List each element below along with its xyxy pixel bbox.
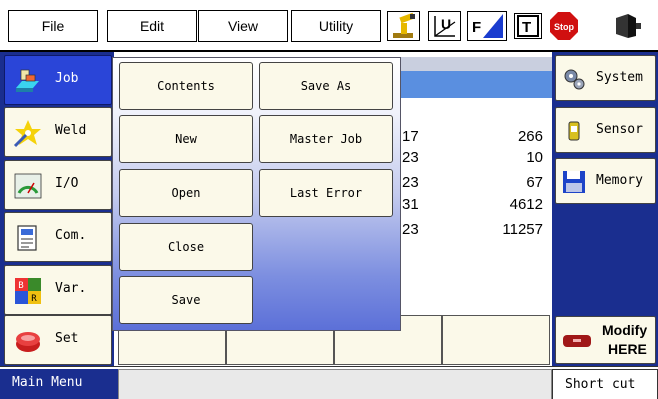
value-cell: 10 <box>526 149 543 166</box>
new-menu-item[interactable]: New <box>119 115 253 163</box>
sidebar-item-weld[interactable]: Weld <box>4 107 112 157</box>
left-sidebar: Job Weld I/O Com. B R Var. Set <box>0 52 114 366</box>
sidebar-item-label: Job <box>55 71 79 86</box>
tool-icon: T <box>517 15 539 37</box>
right-item-label: Memory <box>596 173 643 188</box>
main-menu-button[interactable]: Main Menu <box>0 369 118 399</box>
sensor-button[interactable]: Sensor <box>555 107 656 153</box>
svg-text:U: U <box>441 16 451 32</box>
value-cell: 4612 <box>509 196 543 213</box>
coordinate-button[interactable]: F <box>467 11 507 41</box>
weld-icon <box>13 120 41 148</box>
sidebar-item-com[interactable]: Com. <box>4 212 112 262</box>
edit-menu[interactable]: Edit <box>107 10 197 42</box>
right-item-label: System <box>596 70 643 85</box>
modify-icon <box>563 335 591 347</box>
modify-label: Modify <box>602 322 648 338</box>
job-popup-menu: Contents Save As New Master Job Open Las… <box>112 57 401 331</box>
user-frame-icon: U <box>433 16 455 37</box>
sidebar-item-job[interactable]: Job <box>4 55 112 105</box>
view-menu[interactable]: View <box>198 10 288 42</box>
sidebar-item-io[interactable]: I/O <box>4 160 112 210</box>
sidebar-item-label: Com. <box>55 228 87 243</box>
modify-here-button[interactable]: Modify HERE <box>555 316 656 364</box>
status-bar: Main Menu Short cut <box>0 366 658 399</box>
stop-icon: Stop <box>550 12 578 40</box>
robot-arm-button[interactable] <box>387 11 420 41</box>
partial-value: 23 <box>402 221 419 238</box>
status-message-area <box>118 369 552 399</box>
svg-text:R: R <box>31 294 37 304</box>
function-key-4[interactable] <box>442 315 550 365</box>
utility-menu[interactable]: Utility <box>291 10 381 42</box>
partial-value: 23 <box>402 174 419 191</box>
value-cell: 266 <box>517 128 543 145</box>
master-job-menu-item[interactable]: Master Job <box>259 115 393 163</box>
value-cell: 67 <box>526 174 543 191</box>
job-icon <box>16 69 39 92</box>
contents-menu-item[interactable]: Contents <box>119 62 253 110</box>
svg-text:T: T <box>522 19 531 36</box>
communication-icon <box>17 225 37 251</box>
sidebar-item-label: I/O <box>55 176 79 191</box>
memory-floppy-icon <box>563 171 585 193</box>
sensor-icon <box>568 121 580 141</box>
variable-icon: B R <box>15 278 41 304</box>
top-menu-bar: File Edit View Utility U F T Stop <box>0 0 658 52</box>
tool-button[interactable]: T <box>514 13 542 39</box>
partial-value: 23 <box>402 149 419 166</box>
coordinate-icon: F <box>472 14 503 38</box>
save-as-menu-item[interactable]: Save As <box>259 62 393 110</box>
svg-text:B: B <box>18 281 23 291</box>
partial-value: 31 <box>402 196 419 213</box>
sidebar-item-var[interactable]: B R Var. <box>4 265 112 315</box>
system-button[interactable]: System <box>555 55 656 101</box>
sidebar-item-label: Var. <box>55 281 87 296</box>
right-item-label: Sensor <box>596 122 643 137</box>
right-panel: System Sensor Memory Modify HERE <box>552 52 658 366</box>
io-gauge-icon <box>14 173 42 199</box>
svg-text:F: F <box>472 19 481 36</box>
system-gears-icon <box>564 69 585 90</box>
sidebar-item-label: Weld <box>55 123 87 138</box>
user-frame-button[interactable]: U <box>428 11 461 41</box>
memory-button[interactable]: Memory <box>555 158 656 204</box>
sidebar-item-set[interactable]: Set <box>4 315 112 365</box>
partial-value: 17 <box>402 128 419 145</box>
short-cut-button[interactable]: Short cut <box>552 369 658 399</box>
save-menu-item[interactable]: Save <box>119 276 253 324</box>
settings-icon <box>16 332 40 352</box>
svg-text:Stop: Stop <box>554 22 574 32</box>
file-menu[interactable]: File <box>8 10 98 42</box>
servo-button[interactable] <box>612 12 642 40</box>
sidebar-item-label: Set <box>55 331 79 346</box>
here-label: HERE <box>608 341 647 357</box>
stop-button[interactable]: Stop <box>549 11 579 41</box>
robot-arm-icon <box>392 12 415 38</box>
value-cell: 11257 <box>502 221 543 238</box>
close-menu-item[interactable]: Close <box>119 223 253 271</box>
open-menu-item[interactable]: Open <box>119 169 253 217</box>
last-error-menu-item[interactable]: Last Error <box>259 169 393 217</box>
servo-icon <box>616 14 641 38</box>
